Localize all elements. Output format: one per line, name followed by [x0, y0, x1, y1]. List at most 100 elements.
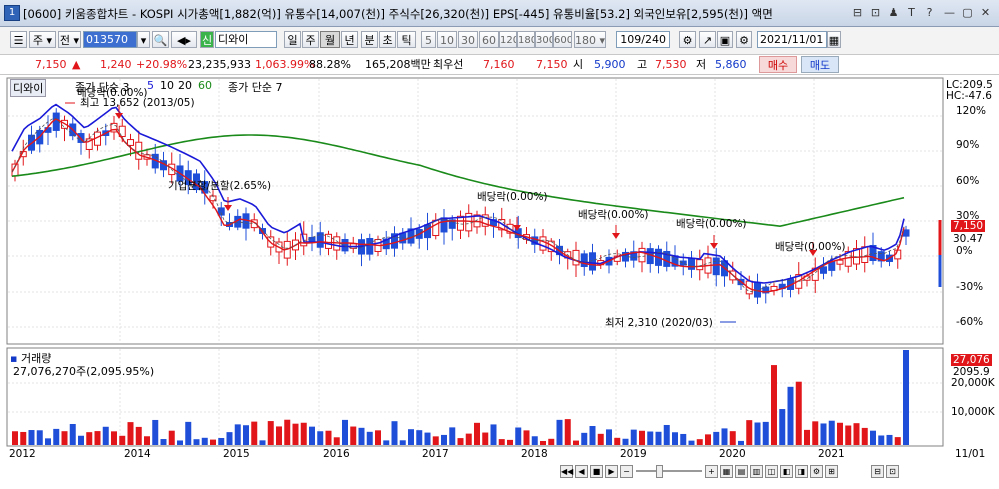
- toggle-button-2[interactable]: ⊡: [886, 465, 899, 478]
- volume-bar: [366, 431, 373, 445]
- zoom-in-button[interactable]: +: [705, 465, 718, 478]
- high-price: 7,530: [655, 58, 687, 71]
- minute-10[interactable]: 10: [437, 31, 457, 48]
- type-main-select[interactable]: 주 ▾: [29, 31, 56, 48]
- volume-bar: [12, 431, 18, 445]
- volume-bar: [78, 435, 84, 445]
- layout-icon[interactable]: ⊟: [850, 5, 865, 20]
- period-year[interactable]: 년: [341, 31, 358, 48]
- compare-button[interactable]: ◧: [780, 465, 793, 478]
- minute-600[interactable]: 600: [553, 31, 572, 48]
- volume-bar: [490, 424, 497, 445]
- volume-bar: [498, 439, 505, 445]
- search-icon[interactable]: 🔍: [152, 31, 169, 48]
- expand-button[interactable]: ◫: [765, 465, 778, 478]
- volume-bar: [515, 427, 522, 445]
- maximize-button[interactable]: ▢: [960, 5, 975, 20]
- volume-bar: [754, 422, 761, 445]
- volume-bar: [804, 429, 810, 445]
- fit-button[interactable]: ▦: [720, 465, 733, 478]
- volume-bar: [226, 432, 233, 445]
- volume-bar: [424, 432, 431, 445]
- zoom-slider-thumb[interactable]: [656, 465, 663, 478]
- current-pct-tag: 30.47: [953, 233, 984, 245]
- candle-body: [127, 139, 134, 146]
- menu-list-icon[interactable]: ☰: [10, 31, 27, 48]
- draw-tool-icon[interactable]: ↗: [699, 31, 716, 48]
- window-titlebar: 1 [0600] 키움종합차트 - KOSPI 시가총액[1,882(억)] 유…: [0, 0, 999, 27]
- volume-bar: [647, 431, 654, 445]
- volume-bar: [663, 424, 670, 445]
- volume-bar: [61, 431, 68, 445]
- person-icon[interactable]: ♟: [886, 5, 901, 20]
- volume-bar: [160, 439, 167, 445]
- candle-body: [440, 217, 448, 233]
- candle-body: [696, 259, 704, 271]
- help-icon[interactable]: ?: [922, 5, 937, 20]
- volume-bar: [655, 431, 662, 445]
- volume-bar: [523, 430, 530, 445]
- volume-bar: [672, 432, 678, 445]
- candle-body: [712, 257, 720, 276]
- volume-bar: [218, 437, 225, 445]
- fullscreen-button[interactable]: ⊞: [825, 465, 838, 478]
- settings-button[interactable]: ⚙: [810, 465, 823, 478]
- close-button[interactable]: ✕: [978, 5, 993, 20]
- minute-300[interactable]: 300: [535, 31, 553, 48]
- scroll-next-button[interactable]: ▶: [605, 465, 618, 478]
- chart-settings-icon[interactable]: ⚙: [679, 31, 696, 48]
- period-minute[interactable]: 분: [361, 31, 378, 48]
- sound-icon[interactable]: ◀▸: [171, 31, 197, 48]
- restore-layout-icon[interactable]: ⊡: [868, 5, 883, 20]
- candle-body: [52, 112, 60, 131]
- volume-bar: [589, 426, 596, 445]
- toggle-button-1[interactable]: ⊟: [871, 465, 884, 478]
- sell-button[interactable]: 매도: [801, 56, 839, 73]
- scroll-prev-button[interactable]: ◀: [575, 465, 588, 478]
- ma-value-60: 60: [198, 79, 212, 92]
- minute-180[interactable]: 180: [517, 31, 535, 48]
- volume-bar: [630, 429, 637, 445]
- grid-button[interactable]: ▥: [750, 465, 763, 478]
- period-second[interactable]: 초: [379, 31, 396, 48]
- date-field[interactable]: 2021/11/01: [757, 31, 827, 48]
- period-week[interactable]: 주: [302, 31, 319, 48]
- stock-tag[interactable]: 디와이: [10, 79, 47, 97]
- volume-bar: [391, 421, 398, 445]
- volume-bar: [342, 419, 348, 445]
- minute-30[interactable]: 30: [458, 31, 478, 48]
- save-icon[interactable]: ▣: [717, 31, 733, 48]
- volume-bar: [152, 419, 159, 445]
- data-count-field[interactable]: 109/240: [616, 31, 670, 48]
- minimize-button[interactable]: —: [942, 5, 957, 20]
- zoom-out-button[interactable]: −: [620, 465, 633, 478]
- stock-code-input[interactable]: 013570: [83, 31, 137, 48]
- chart-area[interactable]: 디와이 종가 단순 3 5 10 20 60 종가 단순 7 배당락(0.00%…: [0, 75, 999, 489]
- minute-5[interactable]: 5: [421, 31, 436, 48]
- low-label: 저: [696, 58, 707, 71]
- volume-bar: [622, 438, 629, 445]
- minute-60[interactable]: 60: [479, 31, 499, 48]
- zoom-slider-track[interactable]: [636, 470, 702, 472]
- minute-120[interactable]: 120: [499, 31, 517, 48]
- chart-toolbar: ☰ 주 ▾ 전 ▾ 013570 ▾ 🔍 ◀▸ 신 디와이 일 주 월 년 분 …: [0, 27, 999, 55]
- volume-bar: [300, 422, 307, 445]
- calendar-icon[interactable]: ▦: [827, 31, 841, 48]
- period-month[interactable]: 월: [320, 31, 340, 48]
- overlay-button[interactable]: ▤: [735, 465, 748, 478]
- code-dropdown-button[interactable]: ▾: [137, 31, 150, 48]
- period-day[interactable]: 일: [284, 31, 301, 48]
- stop-button[interactable]: ■: [590, 465, 603, 478]
- price-volume-chart[interactable]: [0, 75, 999, 489]
- volume-bar: [102, 426, 109, 445]
- volume-bar: [292, 423, 299, 445]
- export-button[interactable]: ◨: [795, 465, 808, 478]
- scroll-first-button[interactable]: ◀◀: [560, 465, 573, 478]
- text-icon[interactable]: T: [904, 5, 919, 20]
- buy-button[interactable]: 매수: [759, 56, 797, 73]
- type-prev-select[interactable]: 전 ▾: [58, 31, 81, 48]
- volume-bar: [878, 435, 885, 445]
- gear-icon[interactable]: ⚙: [736, 31, 752, 48]
- period-tick[interactable]: 틱: [397, 31, 416, 48]
- minute-custom-select[interactable]: 180 ▾: [574, 31, 606, 48]
